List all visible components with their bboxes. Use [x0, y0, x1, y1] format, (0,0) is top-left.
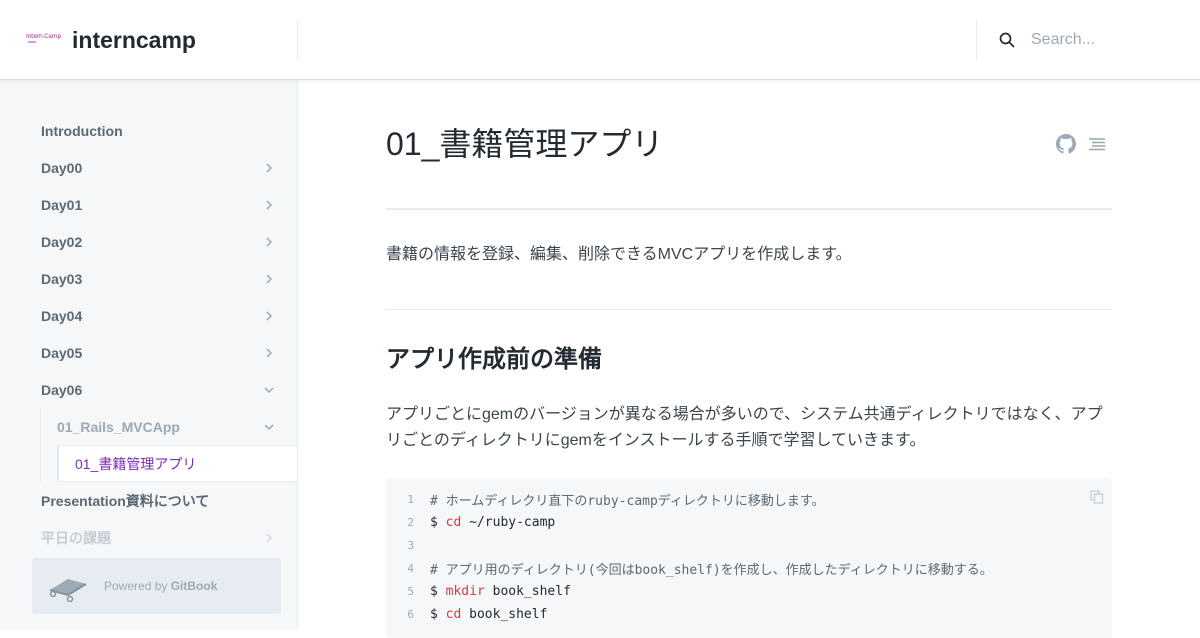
sidebar-nav: Introduction Day00 Day01 Day02 Day03 Day…	[24, 112, 297, 556]
line-number: 5	[407, 585, 414, 598]
code-command: cd	[445, 607, 462, 622]
chevron-right-icon[interactable]	[264, 310, 274, 321]
sidebar-item-day05[interactable]: Day05	[24, 334, 297, 371]
line-number: 4	[407, 562, 414, 575]
line-number: 2	[407, 516, 414, 529]
code-block: 1 # ホームディレクリ直下のruby-campディレクトリに移動します。 2 $ c…	[386, 478, 1112, 638]
logo-accent	[28, 41, 36, 43]
sidebar-subgroup-rails-mvcapp: 01_書籍管理アプリ	[57, 445, 297, 482]
sidebar-item-rails-mvcapp[interactable]: 01_Rails_MVCApp	[41, 408, 297, 445]
sidebar-item-label: Day00	[41, 159, 83, 176]
brand-link[interactable]: Intern.Camp interncamp	[26, 24, 196, 56]
sidebar-subgroup-day06: 01_Rails_MVCApp 01_書籍管理アプリ	[40, 408, 297, 482]
sidebar-item-label: Day05	[41, 344, 83, 361]
page-description: 書籍の情報を登録、編集、削除できるMVCアプリを作成します。	[386, 246, 852, 263]
sidebar-item-label: Presentation資料について	[41, 492, 210, 509]
sidebar: Introduction Day00 Day01 Day02 Day03 Day…	[0, 80, 298, 630]
code-line: 1 # ホームディレクリ直下のruby-campディレクトリに移動します。	[386, 488, 1086, 511]
interncamp-logo: Intern.Camp	[26, 29, 62, 51]
line-number: 3	[407, 539, 414, 552]
search-icon[interactable]	[999, 32, 1015, 48]
code-text: # アプリ用のディレクトリ(今回はbook_shelf)を作成し、作成したディレ…	[430, 563, 993, 578]
section-paragraph: アプリごとにgemのバージョンが異なる場合が多いので、システム共通ディレクトリで…	[386, 406, 1103, 449]
sidebar-item-day03[interactable]: Day03	[24, 260, 297, 297]
copy-icon[interactable]	[1090, 490, 1104, 504]
code-text: ~/ruby-camp	[461, 515, 556, 530]
sidebar-item-label: Day04	[41, 307, 83, 324]
line-number: 1	[407, 493, 414, 506]
code-line: 4 # アプリ用のディレクトリ(今回はbook_shelf)を作成し、作成したディ…	[386, 557, 1086, 580]
sidebar-item-day04[interactable]: Day04	[24, 297, 297, 334]
sidebar-item-introduction[interactable]: Introduction	[24, 112, 297, 149]
search-box[interactable]	[977, 20, 1200, 60]
code-line: 5 $ mkdir book_shelf	[386, 580, 1086, 603]
code-line: 6 $ cd book_shelf	[386, 603, 1086, 626]
title-actions	[1056, 134, 1106, 154]
sidebar-item-presentation[interactable]: Presentation資料について	[24, 482, 297, 519]
section-heading: アプリ作成前の準備	[386, 346, 602, 373]
github-icon[interactable]	[1056, 134, 1076, 154]
sidebar-item-label: Day01	[41, 196, 83, 213]
code-command: cd	[445, 515, 462, 530]
sidebar-item-label: Day03	[41, 270, 83, 287]
chevron-right-icon[interactable]	[264, 199, 274, 210]
code-text: book_shelf	[484, 584, 571, 599]
sidebar-item-label: 01_Rails_MVCApp	[57, 418, 180, 435]
sidebar-item-day02[interactable]: Day02	[24, 223, 297, 260]
chevron-right-icon[interactable]	[264, 236, 274, 247]
code-prompt: $	[430, 607, 446, 622]
sidebar-item-label: Day06	[41, 381, 83, 398]
code-prompt: $	[430, 515, 446, 530]
powered-by-text: Powered by GitBook	[104, 579, 217, 593]
powered-prefix: Powered by	[104, 579, 171, 593]
chevron-down-icon[interactable]	[264, 385, 274, 395]
sidebar-item-label: Day02	[41, 233, 83, 250]
title-divider	[386, 208, 1112, 210]
page-title: 01_書籍管理アプリ	[386, 126, 664, 162]
search-input[interactable]	[1031, 31, 1181, 49]
chevron-right-icon[interactable]	[264, 532, 274, 543]
code-lines: 1 # ホームディレクリ直下のruby-campディレクトリに移動します。 2 $ c…	[386, 488, 1086, 626]
chevron-right-icon[interactable]	[264, 347, 274, 358]
line-number: 6	[407, 608, 414, 621]
sidebar-item-active[interactable]: 01_書籍管理アプリ	[58, 445, 297, 482]
code-command: mkdir	[445, 584, 485, 599]
powered-brand: GitBook	[170, 579, 218, 593]
code-text: book_shelf	[461, 607, 548, 622]
code-prompt: $	[430, 584, 446, 599]
section-divider	[386, 309, 1112, 310]
gitbook-icon	[49, 579, 87, 602]
chevron-down-icon[interactable]	[264, 422, 274, 432]
title-row: 01_書籍管理アプリ	[386, 122, 1112, 166]
sidebar-item-label: 01_書籍管理アプリ	[75, 455, 197, 472]
sidebar-item-day00[interactable]: Day00	[24, 149, 297, 186]
code-text: # ホームディレクリ直下のruby-campディレクトリに移動します。	[430, 494, 825, 509]
logo-text: Intern.Camp	[26, 33, 62, 40]
chevron-right-icon[interactable]	[264, 162, 274, 173]
powered-by-gitbook[interactable]: Powered by GitBook	[32, 558, 281, 614]
sidebar-item-weekday-tasks[interactable]: 平日の課題	[24, 519, 297, 556]
sidebar-item-label: 平日の課題	[41, 529, 111, 546]
code-line: 3	[386, 534, 1086, 557]
code-line: 2 $ cd ~/ruby-camp	[386, 511, 1086, 534]
sidebar-item-day06[interactable]: Day06	[24, 371, 297, 408]
header-divider	[297, 20, 298, 60]
top-header: Intern.Camp interncamp	[0, 0, 1200, 80]
brand-name: interncamp	[72, 26, 196, 53]
sidebar-item-label: Introduction	[41, 122, 123, 139]
sidebar-item-day01[interactable]: Day01	[24, 186, 297, 223]
chevron-right-icon[interactable]	[264, 273, 274, 284]
table-of-contents-icon[interactable]	[1088, 136, 1106, 152]
